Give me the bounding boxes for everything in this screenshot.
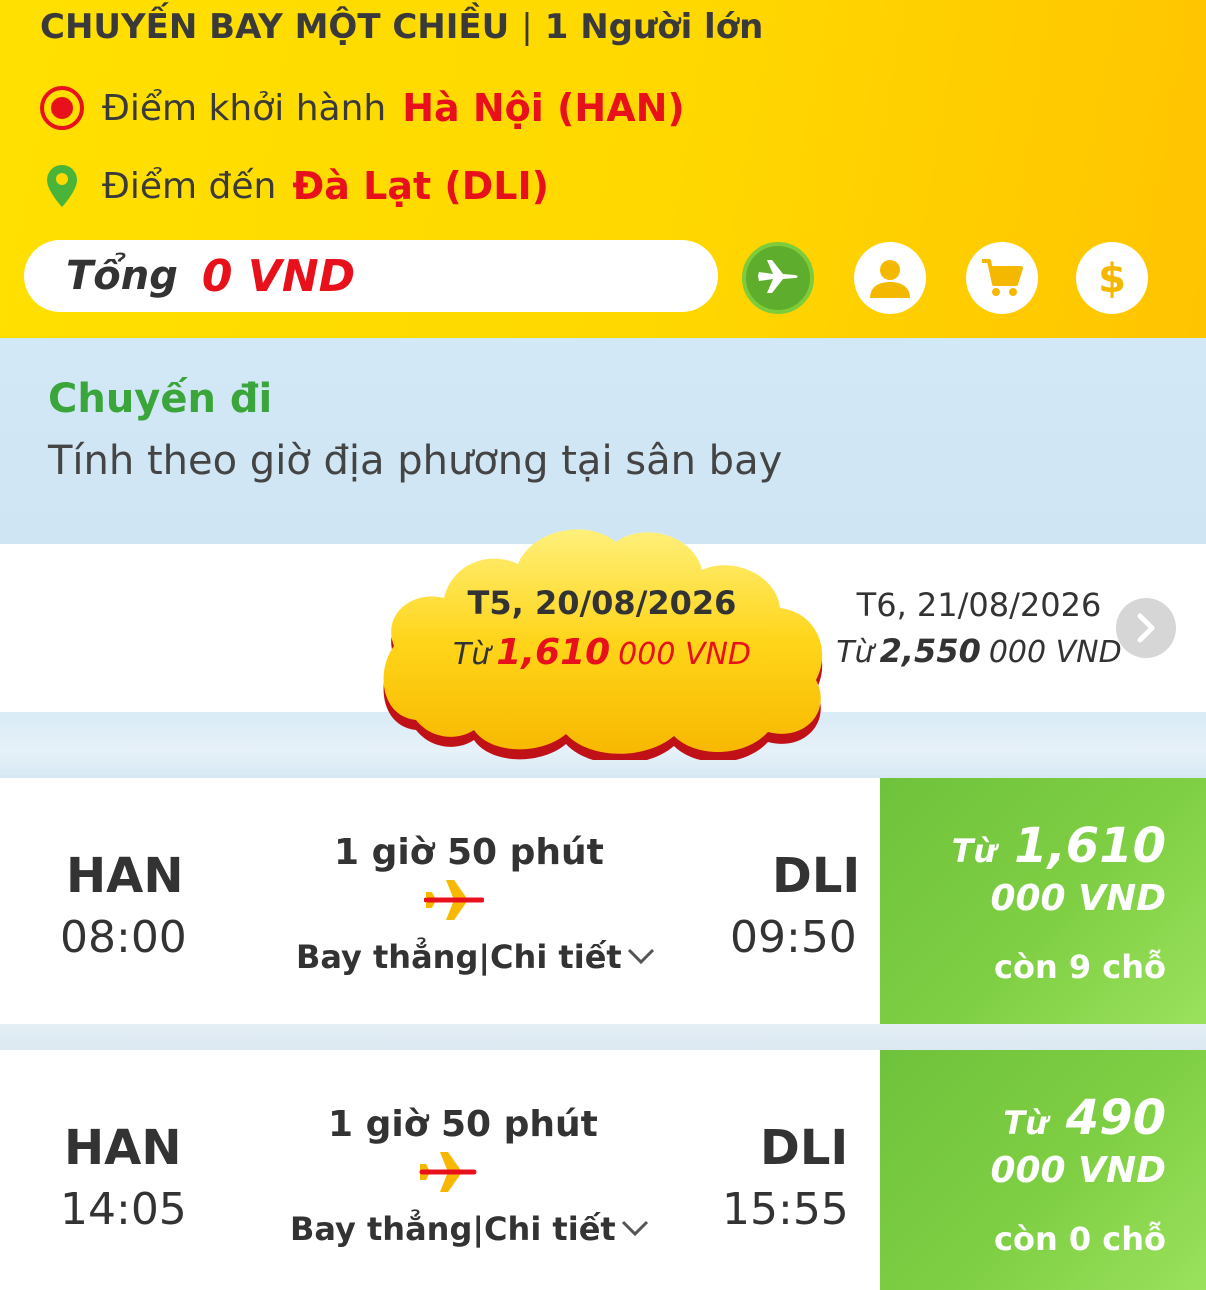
next-price-tail: 000 VND (988, 635, 1122, 670)
next-date-button[interactable] (1116, 598, 1176, 658)
detail-separator: | (472, 1210, 485, 1248)
step-flight-button[interactable] (742, 242, 814, 314)
dollar-icon: $ (1098, 256, 1126, 300)
chevron-down-icon (627, 948, 654, 965)
departure-time: 08:00 (60, 912, 187, 963)
passenger-count: 1 Người lớn (544, 7, 764, 47)
destination-code: DLI (760, 1120, 849, 1176)
flight-duration: 1 giờ 50 phút (328, 1104, 598, 1145)
departure-time: 14:05 (60, 1184, 187, 1235)
fare-from-word: Từ (951, 832, 997, 870)
section-title: Chuyến đi (48, 376, 273, 422)
fare-price: Từ 490 (1003, 1090, 1166, 1146)
section-subtitle: Tính theo giờ địa phương tại sân bay (48, 438, 783, 484)
origin-code: HAN (64, 1120, 182, 1176)
detail-separator: | (478, 938, 491, 976)
arrival-row: Điểm đến Đà Lạt (DLI) (40, 158, 549, 214)
next-price-main: 2,550 (879, 632, 981, 670)
destination-code: DLI (772, 848, 861, 904)
step-passenger-button[interactable] (854, 242, 926, 314)
trip-summary: CHUYẾN BAY MỘT CHIỀU | 1 Người lớn (40, 4, 763, 50)
fare-currency: 000 VND (990, 1150, 1166, 1191)
seats-left: còn 9 chỗ (993, 948, 1166, 986)
user-icon (870, 260, 910, 298)
total-value: 0 VND (201, 250, 356, 302)
trip-section: Chuyến đi Tính theo giờ địa phương tại s… (0, 338, 1206, 544)
step-payment-button[interactable]: $ (1076, 242, 1148, 314)
departure-row: Điểm khởi hành Hà Nội (HAN) (40, 80, 685, 136)
fare-price: Từ 1,610 (952, 818, 1166, 874)
selected-from-word: Từ (452, 637, 491, 672)
detail-label: Chi tiết (490, 938, 622, 976)
chevron-down-icon (621, 1220, 648, 1237)
departure-label: Điểm khởi hành (102, 87, 387, 129)
departure-city: Hà Nội (HAN) (402, 86, 685, 130)
fare-from-word: Từ (1003, 1104, 1048, 1142)
airplane-icon (424, 880, 484, 920)
stops-label: Bay thẳng (290, 1210, 473, 1248)
flight-duration: 1 giờ 50 phút (334, 832, 604, 873)
selected-date-price: Từ 1,610 000 VND (376, 632, 828, 673)
next-date-price[interactable]: Từ 2,550 000 VND (826, 632, 1132, 670)
selected-date-cloud[interactable]: T5, 20/08/2026 Từ 1,610 000 VND (376, 520, 828, 760)
chevron-right-icon (1137, 613, 1155, 643)
cart-icon (982, 259, 1023, 296)
fare-currency: 000 VND (990, 878, 1166, 919)
total-bar: Tổng 0 VND (24, 240, 718, 312)
arrival-time: 15:55 (722, 1184, 849, 1235)
flight-details-link[interactable]: Bay thẳng | Chi tiết (290, 1210, 650, 1248)
fare-button[interactable]: Từ 490 000 VND còn 0 chỗ (880, 1050, 1206, 1290)
step-cart-button[interactable] (966, 242, 1038, 314)
next-from-word: Từ (836, 635, 874, 670)
selected-date: T5, 20/08/2026 (467, 584, 737, 622)
arrival-city: Đà Lạt (DLI) (292, 164, 549, 208)
flight-card[interactable]: HAN 14:05 1 giờ 50 phút Bay thẳng | Chi ti… (0, 1050, 1206, 1290)
detail-label: Chi tiết (484, 1210, 616, 1248)
fare-button[interactable]: Từ 1,610 000 VND còn 9 chỗ (880, 778, 1206, 1024)
stops-label: Bay thẳng (296, 938, 479, 976)
trip-separator: | (521, 7, 533, 47)
origin-code: HAN (66, 848, 184, 904)
selected-price-tail: 000 VND (618, 637, 752, 672)
trip-type: CHUYẾN BAY MỘT CHIỀU (40, 7, 510, 47)
flight-details-link[interactable]: Bay thẳng | Chi tiết (296, 938, 656, 976)
flight-card[interactable]: HAN 08:00 1 giờ 50 phút Bay thẳng | Chi ti… (0, 778, 1206, 1024)
selected-price-main: 1,610 (496, 632, 611, 673)
total-label: Tổng (66, 253, 178, 299)
fare-amount: 490 (1065, 1090, 1166, 1146)
departure-target-icon (40, 86, 84, 130)
plane-icon (758, 260, 798, 293)
seats-left: còn 0 chỗ (993, 1220, 1166, 1258)
card-divider (0, 1024, 1206, 1050)
svg-text:$: $ (1098, 256, 1126, 300)
arrival-label: Điểm đến (102, 165, 277, 207)
next-date[interactable]: T6, 21/08/2026 (830, 586, 1128, 624)
location-pin-icon (40, 164, 84, 208)
arrival-time: 09:50 (730, 912, 857, 963)
fare-amount: 1,610 (1014, 818, 1166, 874)
airplane-icon (419, 1152, 477, 1192)
booking-header: CHUYẾN BAY MỘT CHIỀU | 1 Người lớn Điểm … (0, 0, 1206, 338)
